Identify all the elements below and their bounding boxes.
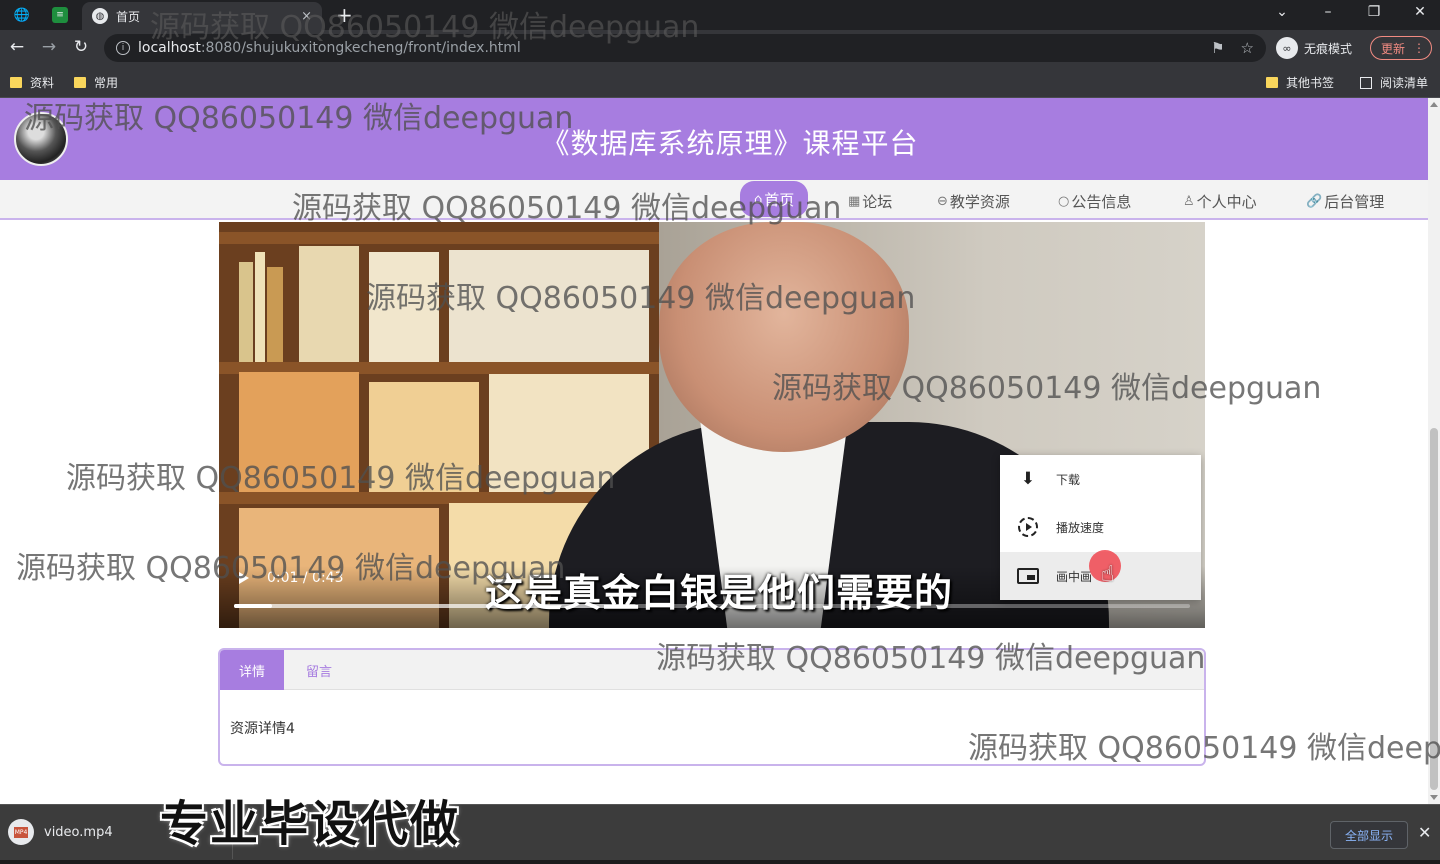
globe-icon: ◍ (92, 8, 108, 24)
tab-search-icon[interactable]: ≡ (52, 7, 68, 23)
tab-close-icon[interactable]: × (301, 9, 312, 24)
user-icon: ♙ (1183, 193, 1195, 209)
notice-icon: ○ (1058, 193, 1070, 209)
nav-item-profile[interactable]: ♙ 个人中心 (1183, 188, 1257, 214)
page-scrollbar[interactable] (1428, 98, 1440, 804)
bookmark-label: 常用 (94, 76, 119, 90)
menu-item-label: 画中画 (1056, 569, 1093, 584)
nav-item-home[interactable]: ⌂ 首页 (740, 181, 809, 217)
link-icon: 🔗 (1306, 193, 1323, 209)
video-player[interactable]: 这是真金白银是他们需要的 0:01 / 0:43 ⬇ 下载 播放速度 画中画 ☝ (219, 222, 1205, 628)
tab-title: 首页 (116, 9, 141, 24)
other-bookmarks[interactable]: 其他书签 (1266, 74, 1334, 91)
incognito-icon: ∞ (1276, 37, 1298, 59)
update-label: 更新 (1381, 41, 1406, 56)
playback-speed-icon (1016, 515, 1040, 539)
video-played (234, 604, 273, 608)
home-icon: ⌂ (754, 191, 763, 207)
tab-comments[interactable]: 留言 (284, 650, 354, 690)
nav-label: 后台管理 (1324, 192, 1385, 211)
tab-details[interactable]: 详情 (220, 650, 284, 690)
nav-item-admin[interactable]: 🔗 后台管理 (1306, 188, 1384, 214)
download-icon: ⬇ (1020, 469, 1036, 489)
other-bookmarks-label: 其他书签 (1286, 76, 1335, 90)
resource-icon: ⊖ (937, 193, 948, 209)
forum-icon: ▦ (848, 193, 861, 209)
main-nav: ⌂ 首页 ▦ 论坛 ⊖ 教学资源 ○ 公告信息 ♙ 个人中心 🔗 后台管理 (0, 180, 1428, 220)
hand-cursor-icon: ☝ (1101, 562, 1115, 587)
play-icon[interactable] (239, 572, 249, 584)
back-icon[interactable]: ← (6, 37, 28, 57)
minimize-icon[interactable]: – (1318, 4, 1338, 20)
browser-tab-home[interactable]: ◍ 首页 × (82, 2, 322, 30)
scrollbar-thumb[interactable] (1430, 428, 1438, 790)
video-time: 0:01 / 0:43 (267, 570, 344, 586)
download-filename: video.mp4 (44, 824, 113, 840)
reading-list-label: 阅读清单 (1380, 76, 1429, 90)
scroll-up-icon[interactable] (1430, 102, 1438, 107)
more-menu-icon: ⋮ (1413, 41, 1426, 55)
site-header: 《数据库系统原理》课程平台 (0, 98, 1428, 180)
menu-item-download[interactable]: ⬇ 下载 (1000, 455, 1201, 503)
bookmark-label: 资料 (30, 76, 55, 90)
browser-toolbar: ← → ↻ i localhost :8080/shujukuxitongkec… (0, 30, 1440, 66)
reading-list[interactable]: 阅读清单 (1360, 74, 1428, 91)
video-subtitle: 这是真金白银是他们需要的 (485, 571, 954, 615)
nav-label: 首页 (764, 190, 795, 209)
details-tab-header: 详情 留言 (220, 650, 1204, 690)
video-progress-bar[interactable] (234, 604, 1190, 608)
nav-item-notices[interactable]: ○ 公告信息 (1058, 188, 1131, 214)
address-bar[interactable]: i localhost :8080/shujukuxitongkecheng/f… (104, 34, 1266, 62)
nav-label: 教学资源 (949, 192, 1010, 211)
bookmark-folder[interactable]: 常用 (74, 74, 118, 91)
new-tab-button[interactable]: + (336, 3, 353, 27)
nav-label: 公告信息 (1071, 192, 1132, 211)
nav-label: 论坛 (862, 192, 893, 211)
update-button[interactable]: 更新 ⋮ (1370, 36, 1432, 60)
promo-overlay-text: 专业毕设代做 (160, 796, 461, 852)
url-host: localhost (138, 40, 201, 56)
scroll-down-icon[interactable] (1430, 795, 1438, 800)
folder-icon (10, 77, 22, 88)
video-file-icon: MP4 (8, 819, 34, 845)
reading-list-icon (1360, 76, 1372, 89)
site-title: 《数据库系统原理》课程平台 (541, 127, 919, 160)
tab-dropdown-icon[interactable]: ⌄ (1272, 4, 1292, 20)
reload-icon[interactable]: ↻ (70, 37, 92, 57)
incognito-label: 无痕模式 (1304, 41, 1353, 56)
browser-profile-icon[interactable]: 🌐 (12, 5, 32, 25)
details-panel: 详情 留言 资源详情4 (218, 648, 1206, 766)
download-bar-close-icon[interactable]: ✕ (1418, 823, 1431, 842)
picture-in-picture-icon (1016, 564, 1040, 588)
bookmark-folder[interactable]: 资料 (10, 74, 54, 91)
folder-icon (1266, 77, 1278, 88)
menu-item-playback-speed[interactable]: 播放速度 (1000, 503, 1201, 551)
folder-icon (74, 77, 86, 88)
nav-item-resources[interactable]: ⊖ 教学资源 (937, 188, 1010, 214)
bookmark-star-icon[interactable]: ☆ (1241, 39, 1254, 57)
forward-icon[interactable]: → (38, 37, 60, 57)
video-buffered (234, 604, 636, 608)
download-item[interactable]: MP4 video.mp4 (8, 819, 113, 845)
page-viewport: 《数据库系统原理》课程平台 ⌂ 首页 ▦ 论坛 ⊖ 教学资源 ○ 公告信息 ♙ … (0, 98, 1440, 804)
browser-tab-bar: 🌐 ≡ ◍ 首页 × + ⌄ – ❐ ✕ (0, 0, 1440, 30)
menu-item-label: 播放速度 (1056, 520, 1105, 535)
translate-icon[interactable]: ⚑ (1211, 39, 1224, 57)
bookmarks-bar: 资料 常用 其他书签 阅读清单 (0, 66, 1440, 98)
url-path: :8080/shujukuxitongkecheng/front/index.h… (200, 40, 521, 56)
details-content: 资源详情4 (230, 721, 295, 737)
show-all-downloads-button[interactable]: 全部显示 (1330, 821, 1408, 849)
restore-icon[interactable]: ❐ (1364, 4, 1384, 20)
incognito-indicator[interactable]: ∞ 无痕模式 (1276, 37, 1352, 59)
site-info-icon[interactable]: i (116, 41, 130, 55)
menu-item-label: 下载 (1056, 472, 1081, 487)
nav-label: 个人中心 (1196, 192, 1257, 211)
nav-item-forum[interactable]: ▦ 论坛 (848, 188, 892, 214)
window-close-icon[interactable]: ✕ (1410, 4, 1430, 20)
